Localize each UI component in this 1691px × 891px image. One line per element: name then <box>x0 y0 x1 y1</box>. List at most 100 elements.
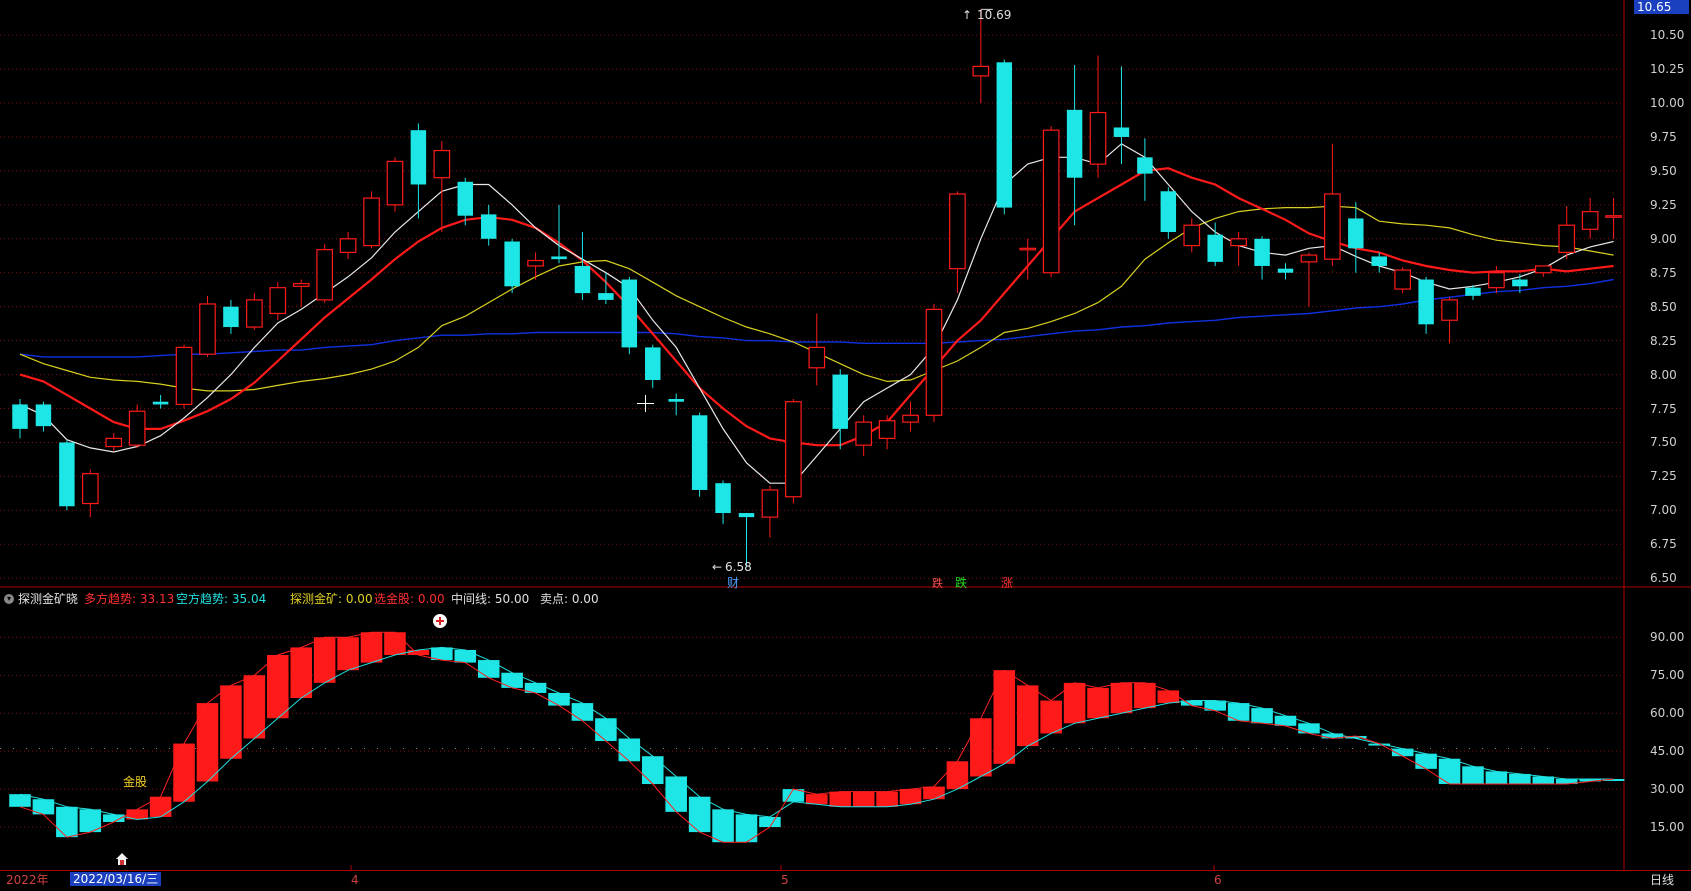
candle[interactable] <box>925 303 943 423</box>
indicator-bar[interactable] <box>548 692 570 706</box>
candle[interactable] <box>621 276 638 355</box>
candle[interactable] <box>668 393 684 416</box>
indicator-bar[interactable] <box>220 685 242 759</box>
indicator-bar[interactable] <box>1110 682 1133 714</box>
indicator-bar[interactable] <box>1485 771 1508 785</box>
candle[interactable] <box>223 299 239 334</box>
candle[interactable] <box>1418 276 1434 334</box>
fall-marker[interactable]: 跌 <box>932 577 943 591</box>
candle[interactable] <box>1113 66 1130 165</box>
candle[interactable] <box>1277 263 1294 280</box>
indicator-bars[interactable] <box>9 631 1625 843</box>
candle[interactable] <box>59 439 75 511</box>
candle[interactable] <box>246 293 263 330</box>
candle[interactable] <box>878 415 896 450</box>
indicator-bar[interactable] <box>337 637 359 671</box>
candle[interactable] <box>972 9 990 104</box>
indicator-bar[interactable] <box>1274 715 1297 726</box>
indicator-bar[interactable] <box>360 632 383 663</box>
indicator-bar[interactable] <box>290 647 313 699</box>
indicator-bar[interactable] <box>806 794 828 805</box>
candle[interactable] <box>175 344 193 409</box>
candle[interactable] <box>785 399 802 504</box>
kline-chart[interactable] <box>0 0 1691 891</box>
candle[interactable] <box>504 238 520 294</box>
indicator-bar[interactable] <box>1462 766 1484 785</box>
indicator-bar[interactable] <box>712 809 734 843</box>
indicator-bar[interactable] <box>1134 682 1156 709</box>
add-indicator-icon[interactable] <box>433 614 447 628</box>
candle[interactable] <box>761 485 779 538</box>
candle[interactable] <box>410 123 427 219</box>
candle[interactable] <box>1558 206 1576 260</box>
candle[interactable] <box>363 191 380 249</box>
indicator-bar[interactable] <box>993 670 1016 764</box>
indicator-bar[interactable] <box>571 703 594 721</box>
candle[interactable] <box>1183 218 1201 253</box>
indicator-bar[interactable] <box>735 814 758 843</box>
indicator-bar[interactable] <box>923 786 945 800</box>
candle[interactable] <box>1534 265 1552 277</box>
indicator-bar[interactable] <box>196 703 219 782</box>
candlesticks[interactable] <box>12 9 1622 568</box>
indicator-bar[interactable] <box>1438 758 1461 785</box>
indicator-bar[interactable] <box>1227 703 1250 721</box>
indicator-bar[interactable] <box>1016 685 1039 747</box>
indicator-bar[interactable] <box>477 660 500 678</box>
indicator-bar[interactable] <box>1157 690 1180 704</box>
candle[interactable] <box>386 157 404 212</box>
collapse-icon[interactable]: ▾ <box>4 594 14 604</box>
candle[interactable] <box>1160 187 1177 239</box>
candle[interactable] <box>691 412 708 497</box>
candle[interactable] <box>128 404 146 448</box>
indicator-bar[interactable] <box>173 743 195 802</box>
candle[interactable] <box>1488 265 1505 294</box>
indicator-bar[interactable] <box>56 806 78 838</box>
candle[interactable] <box>574 232 591 300</box>
indicator-bar[interactable] <box>688 796 711 833</box>
candle[interactable] <box>199 295 216 357</box>
indicator-bar[interactable] <box>1298 723 1320 734</box>
indicator-bar[interactable] <box>454 649 477 663</box>
indicator-bar[interactable] <box>618 738 641 762</box>
candle[interactable] <box>645 344 661 389</box>
candle[interactable] <box>339 232 357 260</box>
rise-marker[interactable]: 涨 <box>1001 576 1013 590</box>
candle[interactable] <box>1300 252 1318 307</box>
indicator-bar[interactable] <box>829 791 852 807</box>
candle[interactable] <box>480 204 497 246</box>
candle[interactable] <box>1089 55 1107 178</box>
candle[interactable] <box>1207 222 1223 266</box>
indicator-bar[interactable] <box>384 632 406 656</box>
indicator-bar[interactable] <box>407 649 430 656</box>
finance-marker[interactable]: 财 <box>727 576 739 590</box>
indicator-bar[interactable] <box>665 776 687 812</box>
indicator-bar[interactable] <box>149 796 172 817</box>
candle[interactable] <box>1441 297 1458 344</box>
indicator-bar[interactable] <box>501 672 523 688</box>
indicator-bar[interactable] <box>852 791 875 807</box>
candle[interactable] <box>832 369 848 450</box>
indicator-title[interactable]: 探测金矿晓 <box>18 592 78 606</box>
candle[interactable] <box>292 279 310 307</box>
candle[interactable] <box>35 401 52 432</box>
indicator-bar[interactable] <box>641 756 664 785</box>
candle[interactable] <box>527 252 544 280</box>
candle[interactable] <box>996 59 1013 215</box>
indicator-bar[interactable] <box>970 718 992 777</box>
candle[interactable] <box>1324 143 1341 266</box>
indicator-bar[interactable] <box>267 655 289 719</box>
candle[interactable] <box>1348 202 1364 273</box>
candle[interactable] <box>551 204 567 264</box>
candle[interactable] <box>1137 138 1153 201</box>
period-tab[interactable]: 日线 <box>1650 873 1674 887</box>
candle[interactable] <box>1605 198 1622 239</box>
candle[interactable] <box>715 480 731 524</box>
indicator-bar[interactable] <box>899 789 922 805</box>
candle[interactable] <box>855 415 873 457</box>
candle[interactable] <box>105 432 123 451</box>
candle[interactable] <box>1230 232 1247 266</box>
indicator-bar[interactable] <box>1087 687 1109 719</box>
indicator-bar[interactable] <box>759 816 781 828</box>
indicator-bar[interactable] <box>1415 753 1437 769</box>
